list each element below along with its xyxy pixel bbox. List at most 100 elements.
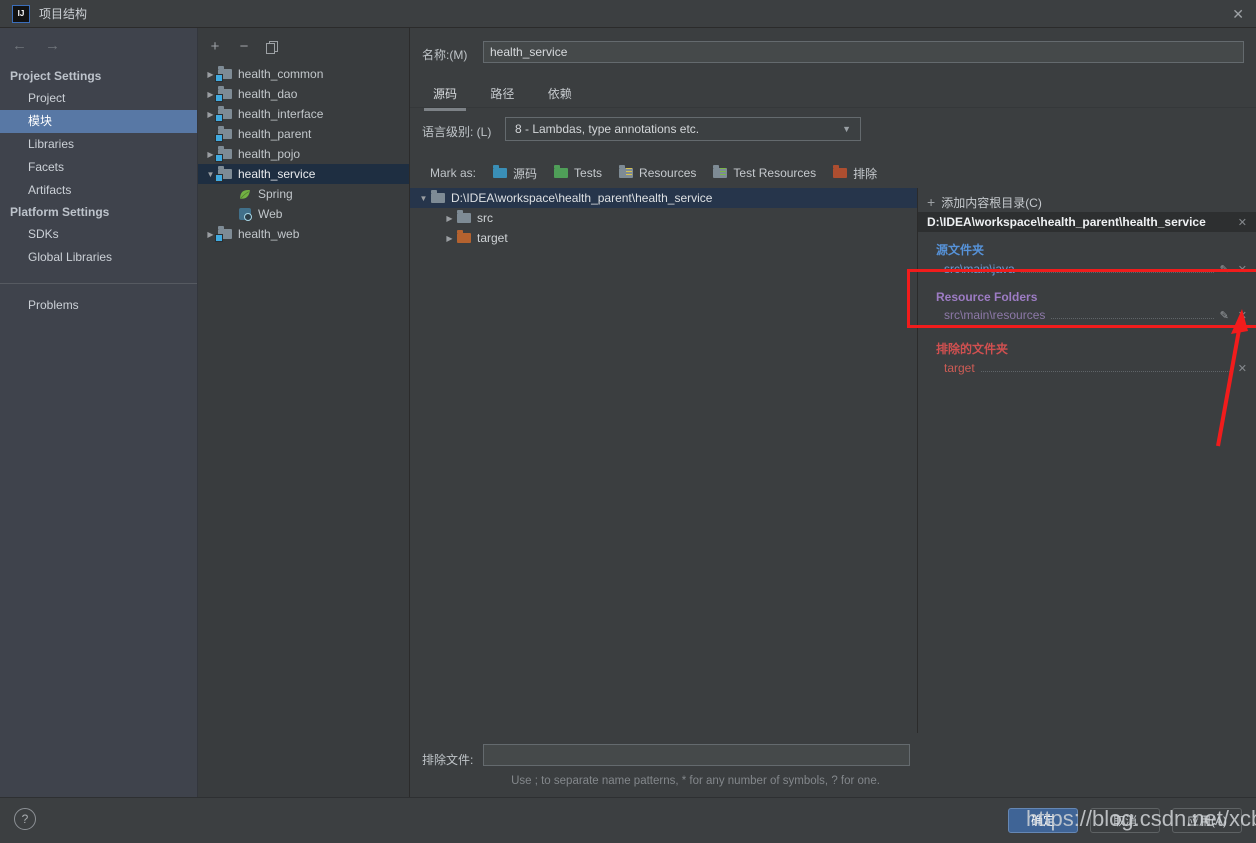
module-toolbar: + −: [198, 28, 409, 64]
module-row-health-service[interactable]: ▼ health_service: [198, 164, 409, 184]
apply-button[interactable]: 应用(A): [1172, 808, 1242, 833]
module-icon: [215, 86, 232, 102]
project-settings-header: Project Settings: [10, 69, 102, 83]
module-label: health_pojo: [238, 147, 301, 161]
cancel-button[interactable]: 取消: [1090, 808, 1160, 833]
sidebar-item-project[interactable]: Project: [0, 87, 197, 110]
ok-button[interactable]: 确定: [1008, 808, 1078, 833]
module-name-input[interactable]: [483, 41, 1244, 63]
test-resources-folder-icon: [713, 165, 728, 178]
module-icon: [215, 166, 232, 182]
exclude-files-label: 排除文件:: [422, 753, 474, 767]
copy-module-icon[interactable]: [266, 40, 278, 54]
add-content-root-button[interactable]: + 添加内容根目录(C): [918, 192, 1256, 212]
mark-label: Resources: [639, 166, 697, 180]
mark-as-toolbar: Mark as: 源码 Tests Resources Test Resourc…: [410, 161, 893, 185]
mark-sources-button[interactable]: 源码: [492, 165, 537, 182]
sidebar-item-modules[interactable]: 模块: [0, 110, 197, 133]
facet-row-spring[interactable]: Spring: [198, 184, 409, 204]
remove-icon[interactable]: ✕: [1238, 263, 1247, 276]
remove-icon[interactable]: ✕: [1238, 309, 1247, 322]
excluded-folders-header: 排除的文件夹: [936, 342, 1009, 356]
spring-leaf-icon: [240, 189, 250, 199]
mark-label: 源码: [513, 166, 538, 181]
sources-content: ▼ D:\IDEA\workspace\health_parent\health…: [410, 188, 1256, 733]
module-label: health_interface: [238, 107, 324, 121]
sidebar-item-artifacts[interactable]: Artifacts: [0, 179, 197, 202]
folder-label: target: [477, 231, 508, 245]
resource-folder-row: src\main\resources ✎ ✕: [918, 304, 1256, 323]
sidebar-item-sdks[interactable]: SDKs: [0, 223, 197, 246]
resource-folders-header: Resource Folders: [936, 290, 1038, 304]
tree-root-row[interactable]: ▼ D:\IDEA\workspace\health_parent\health…: [410, 188, 917, 208]
module-row-health-interface[interactable]: ▶ health_interface: [198, 104, 409, 124]
folder-icon: [457, 210, 471, 223]
facet-row-web[interactable]: Web: [198, 204, 409, 224]
remove-content-root-icon[interactable]: ✕: [1238, 216, 1247, 229]
language-level-value: 8 - Lambdas, type annotations etc.: [515, 122, 700, 136]
module-row-health-dao[interactable]: ▶ health_dao: [198, 84, 409, 104]
tree-row-src[interactable]: ▶ src: [410, 208, 917, 228]
module-icon: [215, 66, 232, 82]
mark-label: Test Resources: [733, 166, 817, 180]
sidebar-item-global-libraries[interactable]: Global Libraries: [0, 246, 197, 269]
module-row-health-common[interactable]: ▶ health_common: [198, 64, 409, 84]
close-icon[interactable]: ✕: [1232, 7, 1244, 21]
sources-folder-icon: [493, 165, 508, 178]
resource-folder-path: src\main\resources: [944, 308, 1046, 322]
remove-module-icon[interactable]: −: [237, 39, 251, 54]
sidebar-item-problems[interactable]: Problems: [0, 294, 197, 317]
dotted-leader: [1020, 272, 1214, 273]
module-row-health-web[interactable]: ▶ health_web: [198, 224, 409, 244]
language-level-select[interactable]: 8 - Lambdas, type annotations etc. ▼: [505, 117, 861, 141]
back-icon[interactable]: ←: [12, 37, 27, 54]
platform-settings-header: Platform Settings: [10, 205, 110, 219]
expand-arrow-icon[interactable]: ▶: [443, 214, 456, 223]
content-root-path: D:\IDEA\workspace\health_parent\health_s…: [927, 215, 1206, 229]
tab-dependencies[interactable]: 依赖: [539, 78, 581, 108]
add-module-icon[interactable]: +: [208, 39, 222, 54]
dotted-leader: [1051, 318, 1214, 319]
module-icon: [215, 146, 232, 162]
module-row-health-pojo[interactable]: ▶ health_pojo: [198, 144, 409, 164]
folder-icon: [431, 190, 445, 203]
project-structure-dialog: IJ 项目结构 ✕ ← → Project Settings Project 模…: [0, 0, 1256, 843]
window-title: 项目结构: [39, 7, 88, 21]
collapse-arrow-icon[interactable]: ▼: [417, 194, 430, 203]
forward-icon[interactable]: →: [45, 37, 60, 54]
sidebar-item-facets[interactable]: Facets: [0, 156, 197, 179]
remove-icon[interactable]: ✕: [1238, 362, 1247, 375]
module-row-health-parent[interactable]: health_parent: [198, 124, 409, 144]
settings-sidebar: ← → Project Settings Project 模块 Librarie…: [0, 28, 198, 797]
mark-resources-button[interactable]: Resources: [618, 165, 697, 180]
expand-arrow-icon[interactable]: ▶: [443, 234, 456, 243]
mark-tests-button[interactable]: Tests: [553, 165, 602, 180]
module-list-panel: + − ▶ health_common ▶ health_dao ▶ healt…: [198, 28, 410, 797]
help-button[interactable]: ?: [14, 808, 36, 830]
module-label: health_web: [238, 227, 300, 241]
tab-paths[interactable]: 路径: [481, 78, 523, 108]
exclude-files-input[interactable]: [483, 744, 910, 766]
tree-row-target[interactable]: ▶ target: [410, 228, 917, 248]
edit-icon[interactable]: ✎: [1220, 309, 1229, 322]
editor-tabs: 源码 路径 依赖: [410, 78, 1256, 111]
tests-folder-icon: [554, 165, 569, 178]
module-icon: [215, 106, 232, 122]
source-folders-header: 源文件夹: [936, 243, 985, 257]
edit-icon[interactable]: ✎: [1220, 263, 1229, 276]
add-content-root-label: 添加内容根目录(C): [941, 195, 1042, 210]
mark-test-resources-button[interactable]: Test Resources: [712, 165, 817, 180]
module-label: health_dao: [238, 87, 298, 101]
content-root-tree: ▼ D:\IDEA\workspace\health_parent\health…: [410, 188, 917, 733]
facet-label: Spring: [258, 187, 293, 201]
module-editor-panel: 名称:(M) 源码 路径 依赖 语言级别: (L) 8 - Lambdas, t…: [410, 28, 1256, 797]
name-label: 名称:(M): [422, 48, 468, 62]
web-facet-icon: [239, 208, 252, 221]
source-folder-row: src\main\java ✎ ✕: [918, 258, 1256, 277]
title-bar: IJ 项目结构 ✕: [0, 0, 1256, 28]
sidebar-item-libraries[interactable]: Libraries: [0, 133, 197, 156]
dialog-button-bar: ? 确定 取消 应用(A): [0, 797, 1256, 843]
module-label: health_common: [238, 67, 324, 81]
tab-sources[interactable]: 源码: [424, 78, 467, 111]
mark-excluded-button[interactable]: 排除: [832, 165, 877, 182]
